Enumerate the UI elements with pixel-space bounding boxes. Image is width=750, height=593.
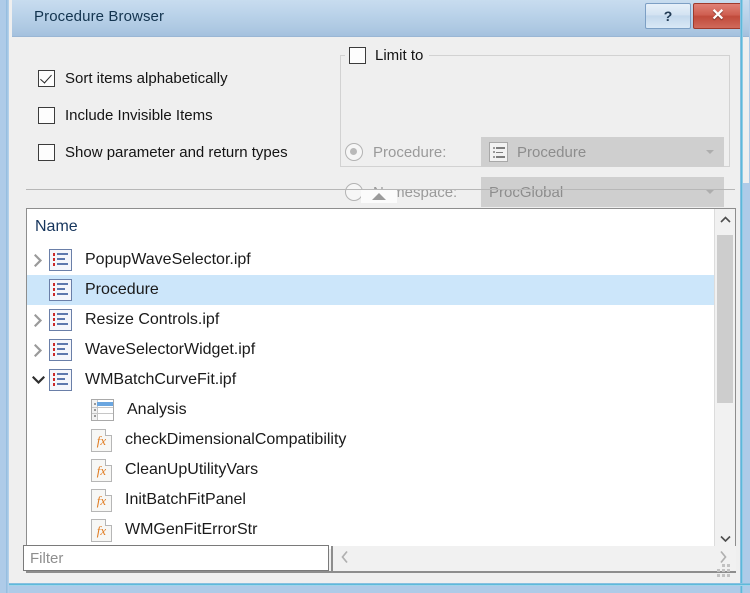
window-right-edge — [740, 0, 743, 593]
procedure-file-icon — [49, 339, 72, 361]
chevron-right-icon[interactable] — [27, 253, 49, 267]
table-row[interactable]: fx InitBatchFitPanel — [27, 485, 716, 515]
function-icon: fx — [91, 518, 112, 542]
chevron-down-icon — [706, 150, 714, 154]
function-icon: fx — [91, 428, 112, 452]
title-bar-buttons: ? ✕ — [645, 3, 743, 29]
procedure-file-icon — [49, 309, 72, 331]
checkbox-label: Include Invisible Items — [65, 107, 213, 124]
column-header-name: Name — [35, 218, 78, 235]
procedure-file-icon — [489, 142, 508, 162]
checkmark-icon — [38, 70, 55, 87]
chevron-down-icon — [706, 190, 714, 194]
procedure-combo-box[interactable]: Procedure — [481, 137, 724, 167]
chevron-right-icon[interactable] — [27, 343, 49, 357]
scroll-up-button[interactable] — [715, 209, 735, 229]
row-label: Resize Controls.ipf — [85, 311, 220, 328]
triangle-up-icon — [372, 193, 386, 200]
namespace-combo-value: ProcGlobal — [489, 183, 564, 201]
row-label: WMBatchCurveFit.ipf — [85, 371, 237, 388]
checkbox-sort-items-alphabetically[interactable]: Sort items alphabetically — [38, 67, 288, 90]
table-row[interactable]: Resize Controls.ipf — [27, 305, 716, 335]
chevron-left-icon[interactable] — [341, 550, 349, 567]
options-panel: Sort items alphabetically Include Invisi… — [12, 37, 749, 207]
radio-procedure[interactable] — [345, 143, 363, 161]
function-icon: fx — [91, 488, 112, 512]
row-label: Procedure — [85, 281, 159, 298]
procedure-file-icon — [49, 369, 72, 391]
window-bottom-edge — [6, 583, 750, 586]
chevron-down-icon[interactable] — [27, 375, 49, 385]
table-row[interactable]: Analysis — [27, 395, 716, 425]
checkbox-limit-to[interactable]: Limit to — [345, 45, 430, 66]
table-row[interactable]: WMBatchCurveFit.ipf — [27, 365, 716, 395]
row-label: InitBatchFitPanel — [125, 491, 246, 508]
table-row[interactable]: fx CleanUpUtilityVars — [27, 455, 716, 485]
row-label: PopupWaveSelector.ipf — [85, 251, 251, 268]
table-row[interactable]: PopupWaveSelector.ipf — [27, 245, 716, 275]
close-icon: ✕ — [711, 7, 725, 24]
row-label: CleanUpUtilityVars — [125, 461, 259, 478]
radio-procedure-label: Procedure: — [373, 143, 447, 161]
row-label: WMGenFitErrorStr — [125, 521, 258, 538]
help-button[interactable]: ? — [645, 3, 691, 29]
table-row[interactable]: fx checkDimensionalCompatibility — [27, 425, 716, 455]
radio-row-namespace: Namespace: ProcGlobal — [345, 177, 724, 207]
checkbox-label: Show parameter and return types — [65, 144, 288, 161]
row-label: checkDimensionalCompatibility — [125, 431, 347, 448]
checkbox-show-parameter-and-return-types[interactable]: Show parameter and return types — [38, 141, 288, 164]
procedure-file-icon — [49, 279, 72, 301]
table-icon — [91, 399, 114, 421]
row-label: WaveSelectorWidget.ipf — [85, 341, 256, 358]
table-row[interactable]: fx WMGenFitErrorStr — [27, 515, 716, 545]
list-column-header[interactable]: Name — [27, 209, 716, 245]
checkbox-box-icon — [349, 47, 366, 64]
list-vertical-scrollbar[interactable] — [714, 209, 735, 548]
procedure-combo-value: Procedure — [517, 143, 587, 161]
close-button[interactable]: ✕ — [693, 3, 743, 29]
chevron-right-icon[interactable] — [27, 313, 49, 327]
scrollbar-thumb[interactable] — [717, 235, 733, 403]
procedure-browser-window: Procedure Browser ? ✕ Sort items alphabe… — [0, 0, 750, 593]
resize-grip-icon[interactable] — [717, 564, 731, 578]
row-label: Analysis — [127, 401, 187, 418]
filter-placeholder: Filter — [30, 549, 64, 567]
table-row[interactable]: Procedure — [27, 275, 716, 305]
title-bar: Procedure Browser ? ✕ — [12, 0, 749, 37]
checkbox-include-invisible-items[interactable]: Include Invisible Items — [38, 104, 288, 127]
procedure-list-pane: Name PopupWaveSelector.ipf Procedure Res… — [26, 208, 736, 549]
filter-input[interactable]: Filter — [23, 545, 329, 571]
namespace-combo-box[interactable]: ProcGlobal — [481, 177, 724, 207]
list-bottom-edge — [26, 571, 736, 573]
question-mark-icon: ? — [663, 8, 673, 24]
window-title: Procedure Browser — [34, 8, 165, 25]
scroll-down-button[interactable] — [715, 528, 735, 548]
function-icon: fx — [91, 458, 112, 482]
radio-row-procedure: Procedure: Procedure — [345, 137, 724, 167]
checkbox-box-icon — [38, 107, 55, 124]
checkbox-box-icon — [38, 144, 55, 161]
collapse-options-handle[interactable] — [361, 190, 397, 203]
checkbox-label: Sort items alphabetically — [65, 70, 228, 87]
checkbox-group: Sort items alphabetically Include Invisi… — [38, 67, 288, 178]
procedure-list[interactable]: PopupWaveSelector.ipf Procedure Resize C… — [27, 245, 716, 549]
window-left-edge — [6, 0, 9, 593]
list-horizontal-scrollbar[interactable] — [331, 546, 736, 571]
limit-to-label: Limit to — [375, 47, 424, 64]
procedure-file-icon — [49, 249, 72, 271]
table-row[interactable]: WaveSelectorWidget.ipf — [27, 335, 716, 365]
